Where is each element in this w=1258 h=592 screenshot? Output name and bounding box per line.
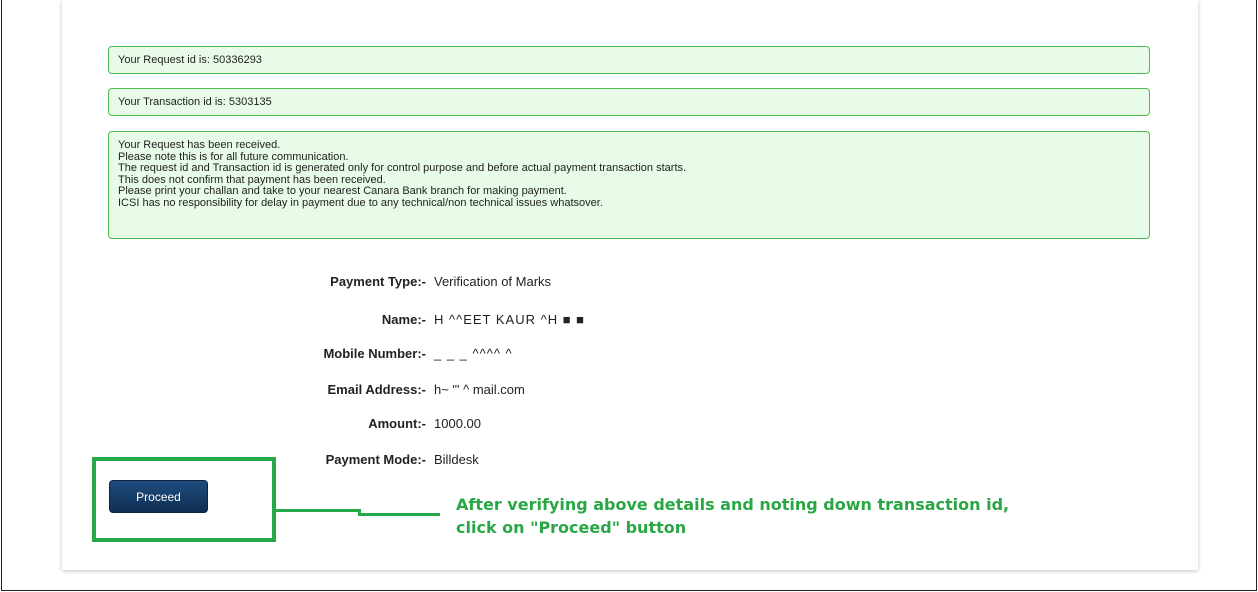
annotation-line: click on "Proceed" button	[456, 518, 687, 537]
detail-value: 1000.00	[434, 416, 481, 431]
detail-value: Verification of Marks	[434, 274, 552, 289]
detail-row-amount: Amount:- 1000.00	[0, 416, 700, 436]
detail-value: h~ "' ^ mail.com	[434, 382, 525, 397]
notice-alert: Your Request has been received. Please n…	[108, 131, 1150, 239]
detail-label: Mobile Number:-	[323, 346, 426, 361]
annotation-note: After verifying above details and noting…	[456, 493, 1076, 539]
notice-line: ICSI has no responsibility for delay in …	[118, 196, 603, 209]
detail-row-email: Email Address:- h~ "' ^ mail.com	[0, 382, 700, 402]
detail-row-name: Name:- H ^^EET KAUR ^H ■ ■	[0, 312, 700, 332]
detail-label: Amount:-	[368, 416, 426, 431]
annotation-line: After verifying above details and noting…	[456, 495, 1010, 514]
detail-label: Payment Type:-	[330, 274, 426, 289]
request-id-text: Your Request id is: 50336293	[118, 54, 262, 66]
annotation-connector	[276, 509, 360, 512]
detail-label: Name:-	[381, 312, 426, 327]
notice-line: The request id and Transaction id is gen…	[118, 162, 687, 174]
notice-line: Your Request has been received.	[118, 139, 281, 151]
annotation-connector	[358, 513, 440, 516]
detail-value: _ _ _ ^^^^ ^	[434, 346, 513, 361]
annotation-highlight-box	[92, 457, 276, 542]
notice-line: Please print your challan and take to yo…	[118, 185, 567, 197]
transaction-id-text: Your Transaction id is: 5303135	[118, 96, 272, 108]
detail-row-mobile: Mobile Number:- _ _ _ ^^^^ ^	[0, 346, 700, 366]
transaction-id-alert: Your Transaction id is: 5303135	[108, 88, 1150, 116]
detail-label: Email Address:-	[327, 382, 427, 397]
request-id-alert: Your Request id is: 50336293	[108, 46, 1150, 74]
detail-row-payment-type: Payment Type:- Verification of Marks	[0, 274, 700, 294]
detail-value: H ^^EET KAUR ^H ■ ■	[434, 312, 586, 327]
detail-value: Billdesk	[434, 452, 479, 467]
